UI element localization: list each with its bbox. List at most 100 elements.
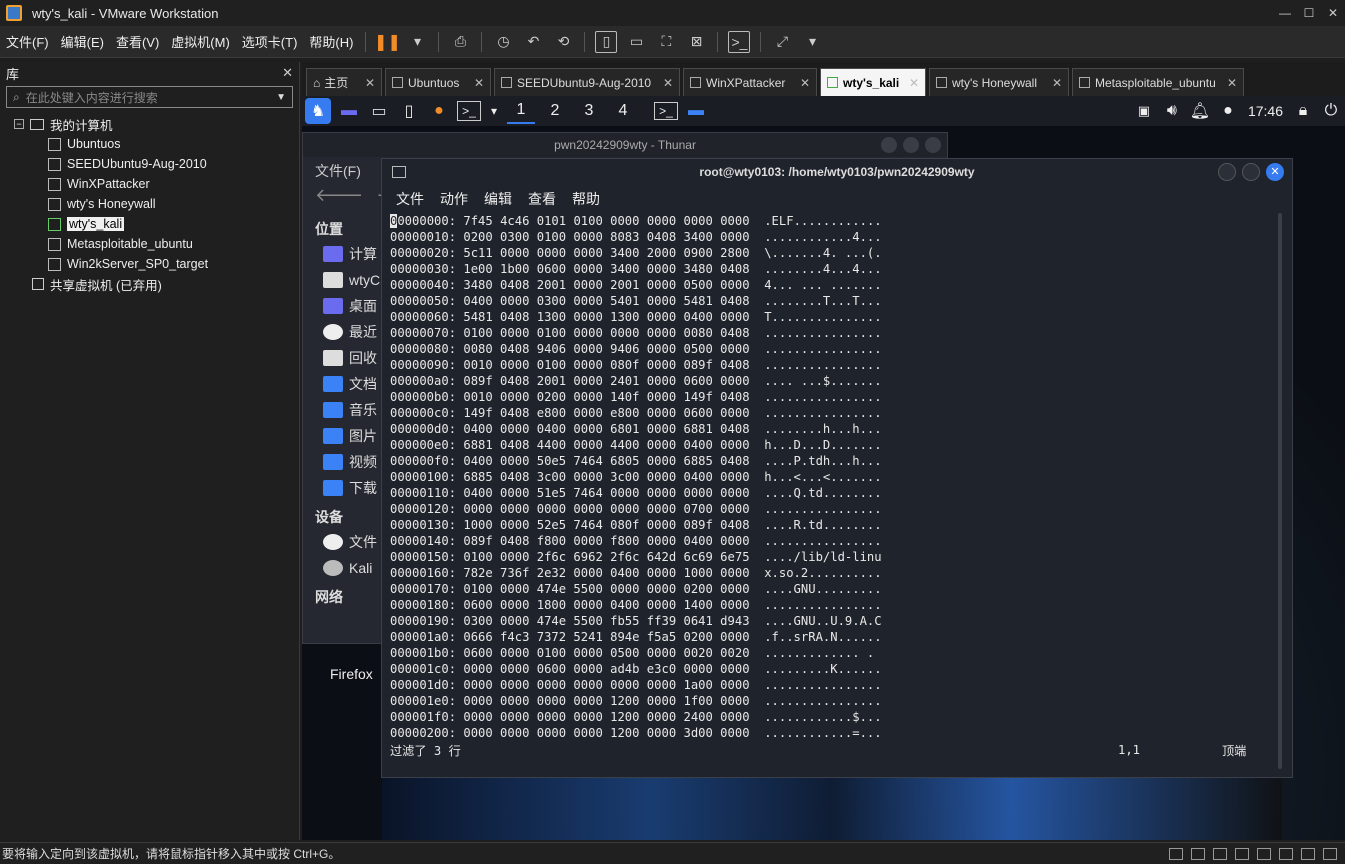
chevron-down-icon[interactable]: ▾: [801, 31, 823, 53]
tree-item-winxpattacker[interactable]: WinXPattacker: [0, 174, 299, 194]
console-view-icon[interactable]: ▭: [625, 31, 647, 53]
close-icon[interactable]: ✕: [905, 76, 919, 90]
tab-honeywall[interactable]: wty's Honeywall ✕: [929, 68, 1069, 96]
usb-icon[interactable]: [1235, 847, 1249, 860]
snapshot-manager-icon[interactable]: ⟲: [552, 31, 574, 53]
workspace-4[interactable]: 4: [609, 98, 637, 124]
notification-bell-icon[interactable]: 🔔︎: [1189, 98, 1211, 124]
tab-home[interactable]: ⌂ 主页 ✕: [306, 68, 382, 96]
snapshot-icon[interactable]: ◷: [492, 31, 514, 53]
tab-kali[interactable]: wty's_kali ✕: [820, 68, 926, 96]
printer-icon[interactable]: [1279, 847, 1293, 860]
close-icon[interactable]: ✕: [361, 76, 375, 90]
pause-icon[interactable]: ❚❚: [374, 31, 401, 53]
chevron-down-icon[interactable]: ▾: [406, 31, 428, 53]
hex-line: 000001d0: 0000 0000 0000 0000 0000 0000 …: [390, 678, 882, 692]
tree-item-metasploitable[interactable]: Metasploitable_ubuntu: [0, 234, 299, 254]
terminal-menu-edit[interactable]: 编辑: [484, 189, 512, 209]
close-icon[interactable]: ✕: [470, 76, 484, 90]
collapse-icon[interactable]: −: [14, 119, 24, 129]
menu-edit[interactable]: 编辑(E): [55, 32, 110, 51]
thunar-menu-file[interactable]: 文件(F): [315, 161, 361, 181]
tab-seedubuntu[interactable]: SEEDUbuntu9-Aug-2010 ✕: [494, 68, 680, 96]
tree-item-seedubuntu[interactable]: SEEDUbuntu9-Aug-2010: [0, 154, 299, 174]
terminal-menu-help[interactable]: 帮助: [572, 189, 600, 209]
vm-running-icon: [827, 77, 838, 88]
folder-task-icon[interactable]: ▬: [684, 98, 708, 124]
library-search-input[interactable]: ⌕ 在此处键入内容进行搜索 ▼: [6, 86, 293, 108]
firefox-icon[interactable]: ●: [427, 98, 451, 124]
workspace-3[interactable]: 3: [575, 98, 603, 124]
terminal-close-button[interactable]: ✕: [1266, 163, 1284, 181]
maximize-button[interactable]: ☐: [1297, 6, 1321, 20]
kali-menu-icon[interactable]: ♞: [305, 98, 331, 124]
power-manager-icon[interactable]: ●: [1217, 98, 1239, 124]
tree-item-shared-vms[interactable]: 共享虚拟机 (已弃用): [32, 274, 299, 294]
close-icon[interactable]: ✕: [796, 76, 810, 90]
library-view-icon[interactable]: ▯: [595, 30, 618, 53]
tree-item-honeywall[interactable]: wty's Honeywall: [0, 194, 299, 214]
place-label: 文档: [349, 376, 377, 392]
display-status-icon[interactable]: [1301, 847, 1315, 860]
thunar-minimize-button[interactable]: [881, 137, 897, 153]
file-manager-icon[interactable]: ▭: [367, 98, 391, 124]
back-arrow-icon[interactable]: 🡐: [315, 185, 363, 205]
logout-icon[interactable]: ⏻: [1320, 98, 1342, 124]
terminal-console-icon[interactable]: >_: [728, 30, 751, 53]
hex-dump[interactable]: 00000000: 7f45 4c46 0101 0100 0000 0000 …: [382, 213, 1292, 741]
revert-snapshot-icon[interactable]: ↶: [522, 31, 544, 53]
menu-vm[interactable]: 虚拟机(M): [165, 32, 236, 51]
terminal-menu-view[interactable]: 查看: [528, 189, 556, 209]
send-ctrl-alt-del-icon[interactable]: ⎙: [449, 31, 471, 53]
terminal-task-icon[interactable]: >_: [654, 102, 678, 120]
terminal-menu-file[interactable]: 文件: [396, 189, 424, 209]
sound-card-icon[interactable]: [1257, 847, 1271, 860]
close-icon[interactable]: ✕: [282, 65, 293, 81]
menu-tabs[interactable]: 选项卡(T): [236, 32, 304, 51]
tree-root-my-computer[interactable]: − 我的计算机: [0, 114, 299, 134]
fullscreen-icon[interactable]: ⛶: [655, 31, 677, 53]
text-editor-icon[interactable]: ▯: [397, 98, 421, 124]
chevron-down-icon[interactable]: ▼: [276, 92, 286, 103]
minimize-button[interactable]: —: [1273, 6, 1297, 20]
terminal-menu-actions[interactable]: 动作: [440, 189, 468, 209]
chevron-down-icon[interactable]: ▾: [487, 98, 501, 124]
kali-desktop[interactable]: Firefox pwn20242909wty - Thunar 文件(F) 🡐 …: [302, 126, 1345, 840]
network-adapter-icon[interactable]: [1213, 847, 1227, 860]
tree-item-win2kserver[interactable]: Win2kServer_SP0_target: [0, 254, 299, 274]
close-icon[interactable]: ✕: [659, 76, 673, 90]
thunar-maximize-button[interactable]: [903, 137, 919, 153]
hard-disk-icon[interactable]: [1169, 847, 1183, 860]
terminal-window[interactable]: root@wty0103: /home/wty0103/pwn20242909w…: [381, 158, 1293, 778]
tree-item-ubuntuos[interactable]: Ubuntuos: [0, 134, 299, 154]
volume-icon[interactable]: 🔊︎: [1161, 98, 1183, 124]
tab-metasploitable[interactable]: Metasploitable_ubuntu ✕: [1072, 68, 1244, 96]
tab-winxpattacker[interactable]: WinXPattacker ✕: [683, 68, 817, 96]
menu-view[interactable]: 查看(V): [110, 32, 165, 51]
firefox-desktop-label[interactable]: Firefox: [330, 666, 373, 682]
close-icon[interactable]: ✕: [1223, 76, 1237, 90]
desktop-icon[interactable]: ▬: [337, 98, 361, 124]
close-icon[interactable]: ✕: [1048, 76, 1062, 90]
vm-console-area[interactable]: ⌂ 主页 ✕ Ubuntuos ✕ SEEDUbuntu9-Aug-2010 ✕…: [302, 62, 1345, 840]
tree-item-label: WinXPattacker: [67, 177, 150, 191]
stretch-icon[interactable]: ⤢: [771, 31, 793, 53]
workspace-1[interactable]: 1: [507, 98, 535, 124]
terminal-minimize-button[interactable]: [1218, 163, 1236, 181]
terminal-icon[interactable]: >_: [457, 101, 481, 121]
terminal-scrollbar[interactable]: [1278, 213, 1282, 769]
panel-clock[interactable]: 17:46: [1242, 103, 1289, 119]
terminal-maximize-button[interactable]: [1242, 163, 1260, 181]
menu-file[interactable]: 文件(F): [0, 32, 55, 51]
workspace-2[interactable]: 2: [541, 98, 569, 124]
menu-help[interactable]: 帮助(H): [303, 32, 359, 51]
tree-item-kali[interactable]: wty's_kali: [0, 214, 299, 234]
close-window-button[interactable]: ✕: [1321, 6, 1345, 20]
message-log-icon[interactable]: [1323, 847, 1337, 860]
cd-drive-icon[interactable]: [1191, 847, 1205, 860]
tab-ubuntuos[interactable]: Ubuntuos ✕: [385, 68, 491, 96]
thunar-close-button[interactable]: [925, 137, 941, 153]
lock-icon[interactable]: 🔒︎: [1292, 98, 1314, 124]
display-icon[interactable]: ▣: [1133, 98, 1155, 124]
unity-icon[interactable]: ⊠: [685, 31, 707, 53]
